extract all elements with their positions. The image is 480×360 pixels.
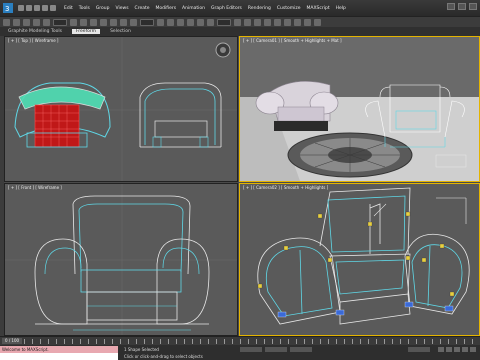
tab-graphite-modeling-tools[interactable]: Graphite Modeling Tools (8, 29, 62, 34)
next-frame-icon[interactable] (462, 347, 468, 352)
angle-snap-icon[interactable] (187, 18, 194, 26)
coordinate-fields (240, 347, 312, 352)
render-production-icon[interactable] (314, 18, 321, 26)
viewport-camera02[interactable]: [ + ] [ Camera02 ] [ Smooth + Highlights… (239, 183, 480, 336)
redo-tool-icon[interactable] (13, 18, 20, 26)
menu-rendering[interactable]: Rendering (248, 6, 271, 11)
steering-wheel-icon[interactable] (215, 42, 231, 58)
viewport-label-front[interactable]: [ + ] [ Front ] [ Wireframe ] (8, 185, 62, 190)
viewport-label-camera02[interactable]: [ + ] [ Camera02 ] [ Smooth + Highlights… (243, 185, 328, 190)
snaps-toggle-icon[interactable] (177, 18, 184, 26)
timeline-ticks[interactable] (24, 339, 474, 344)
tab-selection[interactable]: Selection (110, 29, 131, 34)
align-icon[interactable] (244, 18, 251, 26)
menu-tools[interactable]: Tools (79, 6, 90, 11)
rendered-frame-window-icon[interactable] (304, 18, 311, 26)
animation-playback-controls (438, 347, 476, 352)
viewport-label-top[interactable]: [ + ] [ Top ] [ Wireframe ] (8, 38, 59, 43)
menu-graph-editors[interactable]: Graph Editors (211, 6, 242, 11)
window-controls (447, 3, 477, 10)
reference-coordinate-dropdown[interactable] (140, 18, 154, 26)
previous-frame-icon[interactable] (446, 347, 452, 352)
maximize-icon[interactable] (458, 3, 466, 10)
quick-access-toolbar (18, 5, 56, 11)
save-file-icon[interactable] (34, 5, 40, 11)
time-slider[interactable]: 0 / 100 (0, 336, 480, 345)
play-icon[interactable] (454, 347, 460, 352)
selection-status-text: 1 Shape Selected (124, 347, 159, 352)
menu-modifiers[interactable]: Modifiers (156, 6, 177, 11)
menu-create[interactable]: Create (135, 6, 150, 11)
select-by-name-icon[interactable] (80, 18, 87, 26)
move-icon[interactable] (110, 18, 117, 26)
menu-animation[interactable]: Animation (182, 6, 205, 11)
menu-maxscript[interactable]: MAXScript (307, 6, 330, 11)
close-icon[interactable] (469, 3, 477, 10)
viewport-camera01[interactable]: [ + ] [ Camera01 ] [ Smooth + Highlights… (239, 36, 480, 182)
percent-snap-icon[interactable] (197, 18, 204, 26)
status-bar: Welcome to MAXScript. 1 Shape Selected C… (0, 345, 480, 360)
redo-icon[interactable] (50, 5, 56, 11)
camera01-scene (240, 37, 479, 181)
window-crossing-icon[interactable] (100, 18, 107, 26)
render-setup-icon[interactable] (294, 18, 301, 26)
go-to-end-icon[interactable] (470, 347, 476, 352)
viewport-label-camera01[interactable]: [ + ] [ Camera01 ] [ Smooth + Highlights… (243, 38, 342, 43)
menu-items: Edit Tools Group Views Create Modifiers … (64, 6, 346, 11)
menu-help[interactable]: Help (336, 6, 346, 11)
spinner-snap-icon[interactable] (207, 18, 214, 26)
undo-tool-icon[interactable] (3, 18, 10, 26)
svg-text:3: 3 (5, 5, 9, 13)
minimize-icon[interactable] (447, 3, 455, 10)
main-toolbar (0, 16, 480, 27)
z-coordinate-field[interactable] (290, 347, 312, 352)
maxscript-listener-output[interactable]: Welcome to MAXScript. (0, 346, 118, 353)
schematic-view-icon[interactable] (274, 18, 281, 26)
selection-filter-dropdown[interactable] (53, 18, 67, 26)
go-to-start-icon[interactable] (438, 347, 444, 352)
menu-views[interactable]: Views (116, 6, 129, 11)
tab-freeform[interactable]: Freeform (72, 29, 101, 34)
menu-bar: 3 Edit Tools Group Views Create Modifier… (0, 0, 480, 16)
bind-space-warp-icon[interactable] (43, 18, 50, 26)
pivot-center-icon[interactable] (157, 18, 164, 26)
menu-edit[interactable]: Edit (64, 6, 73, 11)
named-selection-dropdown[interactable] (217, 18, 231, 26)
front-view-wireframe (5, 184, 237, 335)
material-editor-icon[interactable] (284, 18, 291, 26)
prompt-hint-text: Click or click-and-drag to select object… (124, 354, 203, 359)
frame-counter[interactable]: 0 / 100 (2, 338, 23, 344)
app-logo-icon[interactable]: 3 (0, 0, 16, 16)
ribbon-tabs: Graphite Modeling Tools Freeform Selecti… (0, 27, 480, 36)
undo-icon[interactable] (42, 5, 48, 11)
link-icon[interactable] (23, 18, 30, 26)
new-file-icon[interactable] (18, 5, 24, 11)
mirror-icon[interactable] (234, 18, 241, 26)
camera02-wireframe (257, 187, 470, 325)
unlink-icon[interactable] (33, 18, 40, 26)
maxscript-listener-input[interactable] (0, 353, 118, 360)
select-object-icon[interactable] (70, 18, 77, 26)
rectangular-selection-icon[interactable] (90, 18, 97, 26)
manipulate-icon[interactable] (167, 18, 174, 26)
x-coordinate-field[interactable] (240, 347, 262, 352)
auto-key-button[interactable] (408, 347, 430, 352)
menu-group[interactable]: Group (96, 6, 110, 11)
layer-manager-icon[interactable] (254, 18, 261, 26)
viewport-front[interactable]: [ + ] [ Front ] [ Wireframe ] (4, 183, 238, 336)
y-coordinate-field[interactable] (265, 347, 287, 352)
rotate-icon[interactable] (120, 18, 127, 26)
scale-icon[interactable] (130, 18, 137, 26)
curve-editor-icon[interactable] (264, 18, 271, 26)
top-view-wireframe (5, 37, 237, 181)
open-file-icon[interactable] (26, 5, 32, 11)
menu-customize[interactable]: Customize (277, 6, 301, 11)
viewport-top[interactable]: [ + ] [ Top ] [ Wireframe ] (4, 36, 238, 182)
